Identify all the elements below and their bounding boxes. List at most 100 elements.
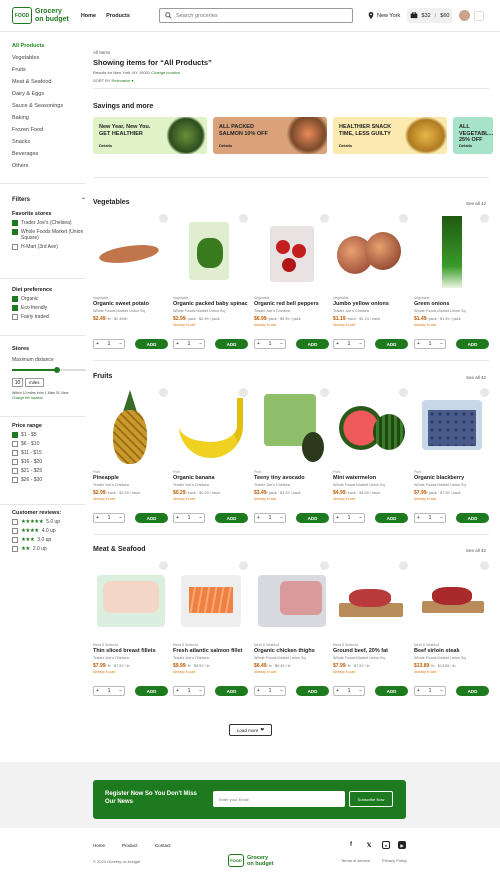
favorite-heart-icon[interactable] — [399, 214, 408, 223]
product-name[interactable]: Organic chicken thighs — [254, 648, 329, 654]
quantity-stepper[interactable]: +1 − — [414, 686, 446, 696]
promo-banner[interactable]: New Year, New You. GET HEALTHIER Details — [93, 117, 207, 154]
load-more-button[interactable]: Load more ❤ — [229, 724, 272, 736]
checkbox[interactable] — [12, 468, 18, 474]
checkbox[interactable] — [12, 528, 18, 534]
sidebar-item-baking[interactable]: Baking — [12, 112, 82, 124]
filter-option[interactable]: Whole Foods Market (Union Square) — [12, 229, 86, 241]
add-to-cart-button[interactable]: ADD — [456, 339, 489, 349]
favorite-heart-icon[interactable] — [320, 388, 329, 397]
favorite-heart-icon[interactable] — [320, 214, 329, 223]
filter-option[interactable]: Fairly traded — [12, 314, 86, 320]
quantity-stepper[interactable]: +1 − — [414, 513, 446, 523]
add-to-cart-button[interactable]: ADD — [375, 686, 408, 696]
filter-option[interactable]: $21 - $25 — [12, 468, 86, 474]
product-name[interactable]: Ground beef, 20% fat — [333, 648, 408, 654]
filter-option[interactable]: $6 - $10 — [12, 441, 86, 447]
filter-option[interactable]: $11 - $15 — [12, 450, 86, 456]
quantity-stepper[interactable]: +1 − — [173, 339, 205, 349]
breadcrumb[interactable]: All Items — [93, 50, 489, 55]
sidebar-item-vegetables[interactable]: Vegetables — [12, 52, 82, 64]
product-card[interactable]: Meat & Seafood Beef sirloin steak Whole Fo… — [414, 561, 489, 696]
checkbox[interactable] — [12, 546, 18, 552]
checkbox[interactable] — [12, 477, 18, 483]
add-to-cart-button[interactable]: ADD — [296, 686, 329, 696]
decrement-button[interactable]: − — [280, 688, 283, 694]
instagram-icon[interactable]: ● — [382, 841, 390, 849]
favorite-heart-icon[interactable] — [480, 561, 489, 570]
add-to-cart-button[interactable]: ADD — [456, 513, 489, 523]
add-to-cart-button[interactable]: ADD — [375, 339, 408, 349]
product-name[interactable]: Organic packed baby spinach — [173, 301, 248, 307]
increment-button[interactable]: + — [417, 688, 420, 694]
decrement-button[interactable]: − — [199, 688, 202, 694]
terms-link[interactable]: Terms of service — [341, 858, 370, 863]
decrement-button[interactable]: − — [359, 688, 362, 694]
review-option[interactable]: ★★★ 3.0 up — [12, 537, 86, 543]
checkbox[interactable] — [12, 519, 18, 525]
favorite-heart-icon[interactable] — [399, 561, 408, 570]
see-all-link[interactable]: See all 42 — [466, 201, 486, 206]
product-name[interactable]: Organic banana — [173, 475, 248, 481]
twitter-icon[interactable]: 𝕏 — [365, 841, 373, 849]
search-input[interactable] — [176, 12, 346, 19]
checkbox[interactable] — [12, 296, 18, 302]
favorite-heart-icon[interactable] — [399, 388, 408, 397]
favorite-heart-icon[interactable] — [480, 388, 489, 397]
quantity-stepper[interactable]: +1 − — [254, 686, 286, 696]
sidebar-item-all-products[interactable]: All Products — [12, 40, 82, 52]
product-card[interactable]: Fruit Organic banana Trader Joe's Chelsea $… — [173, 388, 248, 523]
product-card[interactable]: Meat & Seafood Fresh atlantic salmon fill… — [173, 561, 248, 696]
increment-button[interactable]: + — [257, 688, 260, 694]
footer-home[interactable]: Home — [93, 843, 105, 848]
promo-details[interactable]: Details — [219, 143, 232, 148]
product-name[interactable]: Green onions — [414, 301, 489, 307]
sidebar-item-frozen-food[interactable]: Frozen Food — [12, 124, 82, 136]
slider-handle[interactable] — [54, 367, 60, 373]
decrement-button[interactable]: − — [359, 515, 362, 521]
facebook-icon[interactable]: f — [347, 841, 355, 849]
change-location-link[interactable]: Change the location — [12, 396, 86, 400]
promo-banner[interactable]: HEALTHIER SNACK TIME, LESS GUILTY Details — [333, 117, 447, 154]
quantity-stepper[interactable]: +1 − — [93, 686, 125, 696]
promo-details[interactable]: Details — [339, 143, 352, 148]
favorite-heart-icon[interactable] — [239, 388, 248, 397]
product-card[interactable]: Fruit Teeny tiny avocado Trader Joe's Chel… — [254, 388, 329, 523]
filter-option[interactable]: Trader Joe's (Chelsea) — [12, 220, 86, 226]
checkbox[interactable] — [12, 229, 18, 235]
add-to-cart-button[interactable]: ADD — [296, 513, 329, 523]
review-option[interactable]: ★★★★★ 5.0 up — [12, 519, 86, 525]
promo-details[interactable]: Details — [99, 143, 112, 148]
account-menu-button[interactable] — [474, 11, 484, 21]
footer-contact[interactable]: Contact — [155, 843, 171, 848]
add-to-cart-button[interactable]: ADD — [456, 686, 489, 696]
sidebar-item-sauce-seasonings[interactable]: Sauce & Seasonings — [12, 100, 82, 112]
filter-option[interactable]: $1 - $5 — [12, 432, 86, 438]
product-card[interactable]: Vegetable Organic packed baby spinach Whol… — [173, 214, 248, 349]
decrement-button[interactable]: − — [440, 688, 443, 694]
location-selector[interactable]: New York — [368, 12, 400, 19]
increment-button[interactable]: + — [176, 341, 179, 347]
checkbox[interactable] — [12, 314, 18, 320]
add-to-cart-button[interactable]: ADD — [215, 513, 248, 523]
product-card[interactable]: Meat & Seafood Organic chicken thighs Whol… — [254, 561, 329, 696]
change-location-link[interactable]: Change location — [151, 70, 180, 75]
miles-input[interactable]: 10 — [12, 378, 23, 387]
quantity-stepper[interactable]: +1 − — [414, 339, 446, 349]
product-name[interactable]: Thin sliced breast fillets — [93, 648, 168, 654]
increment-button[interactable]: + — [96, 688, 99, 694]
filter-option[interactable]: Eco friendly — [12, 305, 86, 311]
quantity-stepper[interactable]: +1 − — [173, 686, 205, 696]
add-to-cart-button[interactable]: ADD — [215, 686, 248, 696]
collapse-icon[interactable]: ⌃ — [81, 197, 86, 204]
nav-products[interactable]: Products — [106, 13, 130, 19]
sidebar-item-meat-seafood[interactable]: Meat & Seafood — [12, 76, 82, 88]
footer-logo[interactable]: FOOD Grocery on budget — [228, 854, 274, 867]
brand-logo[interactable]: FOOD Grocery on budget — [12, 7, 69, 24]
checkbox[interactable] — [12, 459, 18, 465]
checkbox[interactable] — [12, 305, 18, 311]
checkbox[interactable] — [12, 450, 18, 456]
decrement-button[interactable]: − — [119, 688, 122, 694]
avatar[interactable] — [459, 10, 470, 21]
add-to-cart-button[interactable]: ADD — [135, 339, 168, 349]
